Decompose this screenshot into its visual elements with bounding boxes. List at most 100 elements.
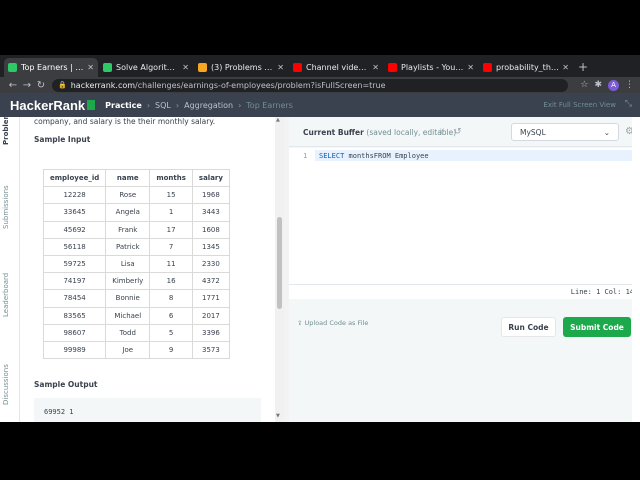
table-header-row: employee_id name months salary	[42, 168, 230, 188]
cell: 78454	[42, 289, 107, 308]
browser-tab-1[interactable]: Solve Algorithms | ✕	[99, 58, 193, 77]
forward-arrow-icon[interactable]: →	[20, 80, 34, 91]
exit-fullscreen-link[interactable]: Exit Full Screen View	[543, 101, 616, 109]
editor-header: Current Buffer (saved locally, editable)…	[289, 117, 640, 147]
table-row: 83565 Michael 6 2017	[42, 306, 230, 325]
table-row: 33645 Angela 1 3443	[42, 203, 230, 222]
address-bar[interactable]: 🔒 hackerrank.com /challenges/earnings-of…	[52, 78, 569, 92]
page-scrollbar[interactable]	[632, 117, 640, 422]
tab-title: probability_that_a	[496, 63, 559, 72]
problem-scrollbar[interactable]: ▲ ▼	[275, 117, 284, 422]
run-code-button[interactable]: Run Code	[501, 317, 556, 337]
letterbox-top	[0, 0, 640, 55]
url-path: /challenges/earnings-of-employees/proble…	[135, 80, 386, 90]
cell: 83565	[42, 306, 107, 325]
breadcrumb-sql[interactable]: SQL	[155, 101, 171, 110]
tab-favicon-icon	[293, 63, 302, 72]
tab-leaderboard[interactable]: Leaderboard	[2, 273, 10, 317]
tab-close-icon[interactable]: ✕	[182, 63, 189, 72]
main-content: Problem Submissions Leaderboard Discussi…	[0, 112, 640, 422]
browser-tab-3[interactable]: Channel videos - Y ✕	[289, 58, 383, 77]
sample-input-table: employee_id name months salary 12228 Rose…	[42, 168, 230, 360]
browser-tab-4[interactable]: Playlists - YouTube ✕	[384, 58, 478, 77]
browser-tab-2[interactable]: (3) Problems - Lee ✕	[194, 58, 288, 77]
branch-icon[interactable]: ⑂	[439, 127, 444, 137]
code-line[interactable]: SELECT monthsFROM Employee	[315, 150, 640, 161]
cell: Lisa	[105, 254, 151, 274]
hackerrank-logo[interactable]: HackerRank	[10, 98, 96, 113]
upload-code-link[interactable]: ⇪ Upload Code as File	[297, 319, 368, 327]
tab-title: Playlists - YouTube	[401, 63, 465, 72]
scroll-down-icon[interactable]: ▼	[276, 413, 280, 419]
tab-problem[interactable]: Problem	[2, 112, 10, 145]
breadcrumb-aggregation[interactable]: Aggregation	[184, 101, 233, 110]
tab-favicon-icon	[8, 63, 17, 72]
new-tab-button[interactable]: +	[574, 60, 592, 77]
cell: Todd	[105, 323, 151, 342]
browser-tab-0[interactable]: Top Earners | Hack ✕	[4, 58, 98, 77]
cell: 8	[149, 289, 193, 308]
submit-code-button[interactable]: Submit Code	[563, 317, 631, 337]
star-icon[interactable]: ☆	[580, 80, 588, 90]
chevron-right-icon: ›	[238, 100, 242, 110]
sample-output-heading: Sample Output	[34, 380, 98, 389]
chevron-right-icon: ›	[146, 100, 151, 110]
cell: 9	[149, 340, 193, 360]
breadcrumb-practice[interactable]: Practice	[105, 101, 142, 110]
menu-kebab-icon[interactable]: ⋮	[625, 80, 634, 90]
tab-favicon-icon	[198, 63, 207, 72]
breadcrumb-current: Top Earners	[246, 100, 293, 110]
cell: 1608	[191, 220, 230, 239]
tab-favicon-icon	[483, 63, 492, 72]
column-header: salary	[191, 168, 230, 188]
cell: 33645	[42, 203, 107, 222]
avatar[interactable]: A	[608, 79, 619, 91]
tab-title: Top Earners | Hack	[21, 63, 84, 72]
history-icon[interactable]: ↺	[454, 127, 462, 137]
tab-favicon-icon	[103, 63, 112, 72]
scroll-up-icon[interactable]: ▲	[276, 117, 280, 123]
url-host: hackerrank.com	[70, 80, 136, 90]
code-editor[interactable]: 1 SELECT monthsFROM Employee	[289, 148, 640, 284]
problem-description: company, and salary is the their monthly…	[34, 117, 216, 126]
sample-output-box: 69952 1	[34, 398, 261, 422]
table-row: 98607 Todd 5 3396	[42, 323, 230, 342]
cell: 99989	[42, 340, 107, 360]
cell: 6	[149, 306, 193, 325]
tab-favicon-icon	[388, 63, 397, 72]
back-arrow-icon[interactable]: ←	[6, 80, 20, 91]
column-header: employee_id	[42, 168, 107, 188]
cell: 74197	[42, 272, 107, 291]
cell: 16	[149, 272, 193, 291]
table-row: 45692 Frank 17 1608	[42, 220, 230, 239]
browser-tab-5[interactable]: probability_that_a ✕	[479, 58, 573, 77]
scrollbar-thumb[interactable]	[277, 217, 282, 309]
language-select[interactable]: MySQL ⌄	[511, 123, 619, 141]
extensions-icon[interactable]: ✱	[594, 80, 602, 90]
code-text: monthsFROM Employee	[344, 152, 429, 160]
tab-close-icon[interactable]: ✕	[277, 63, 284, 72]
tab-close-icon[interactable]: ✕	[467, 63, 474, 72]
lock-icon: 🔒	[58, 81, 67, 89]
tab-close-icon[interactable]: ✕	[562, 63, 569, 72]
table-row: 59725 Lisa 11 2330	[42, 254, 230, 274]
table-row: 99989 Joe 9 3573	[42, 340, 230, 360]
tab-discussions[interactable]: Discussions	[2, 364, 10, 405]
chevron-down-icon: ⌄	[603, 127, 610, 137]
line-number: 1	[303, 152, 308, 160]
cell: 98607	[42, 323, 107, 342]
cell: 7	[149, 237, 193, 256]
tab-close-icon[interactable]: ✕	[87, 63, 94, 72]
cell: 45692	[42, 220, 107, 239]
letterbox-bottom	[0, 422, 640, 480]
table-row: 56118 Patrick 7 1345	[42, 237, 230, 256]
editor-actions: ⇪ Upload Code as File Run Code Submit Co…	[289, 313, 640, 337]
tab-submissions[interactable]: Submissions	[2, 185, 10, 229]
side-tabs: Problem Submissions Leaderboard Discussi…	[0, 112, 20, 422]
site-header: HackerRank Practice › SQL › Aggregation …	[0, 93, 640, 117]
tab-close-icon[interactable]: ✕	[372, 63, 379, 72]
reload-icon[interactable]: ↻	[34, 80, 48, 91]
problem-panel: company, and salary is the their monthly…	[21, 117, 275, 422]
cell: 3443	[191, 203, 230, 222]
collapse-icon[interactable]: ⤡	[625, 99, 632, 109]
